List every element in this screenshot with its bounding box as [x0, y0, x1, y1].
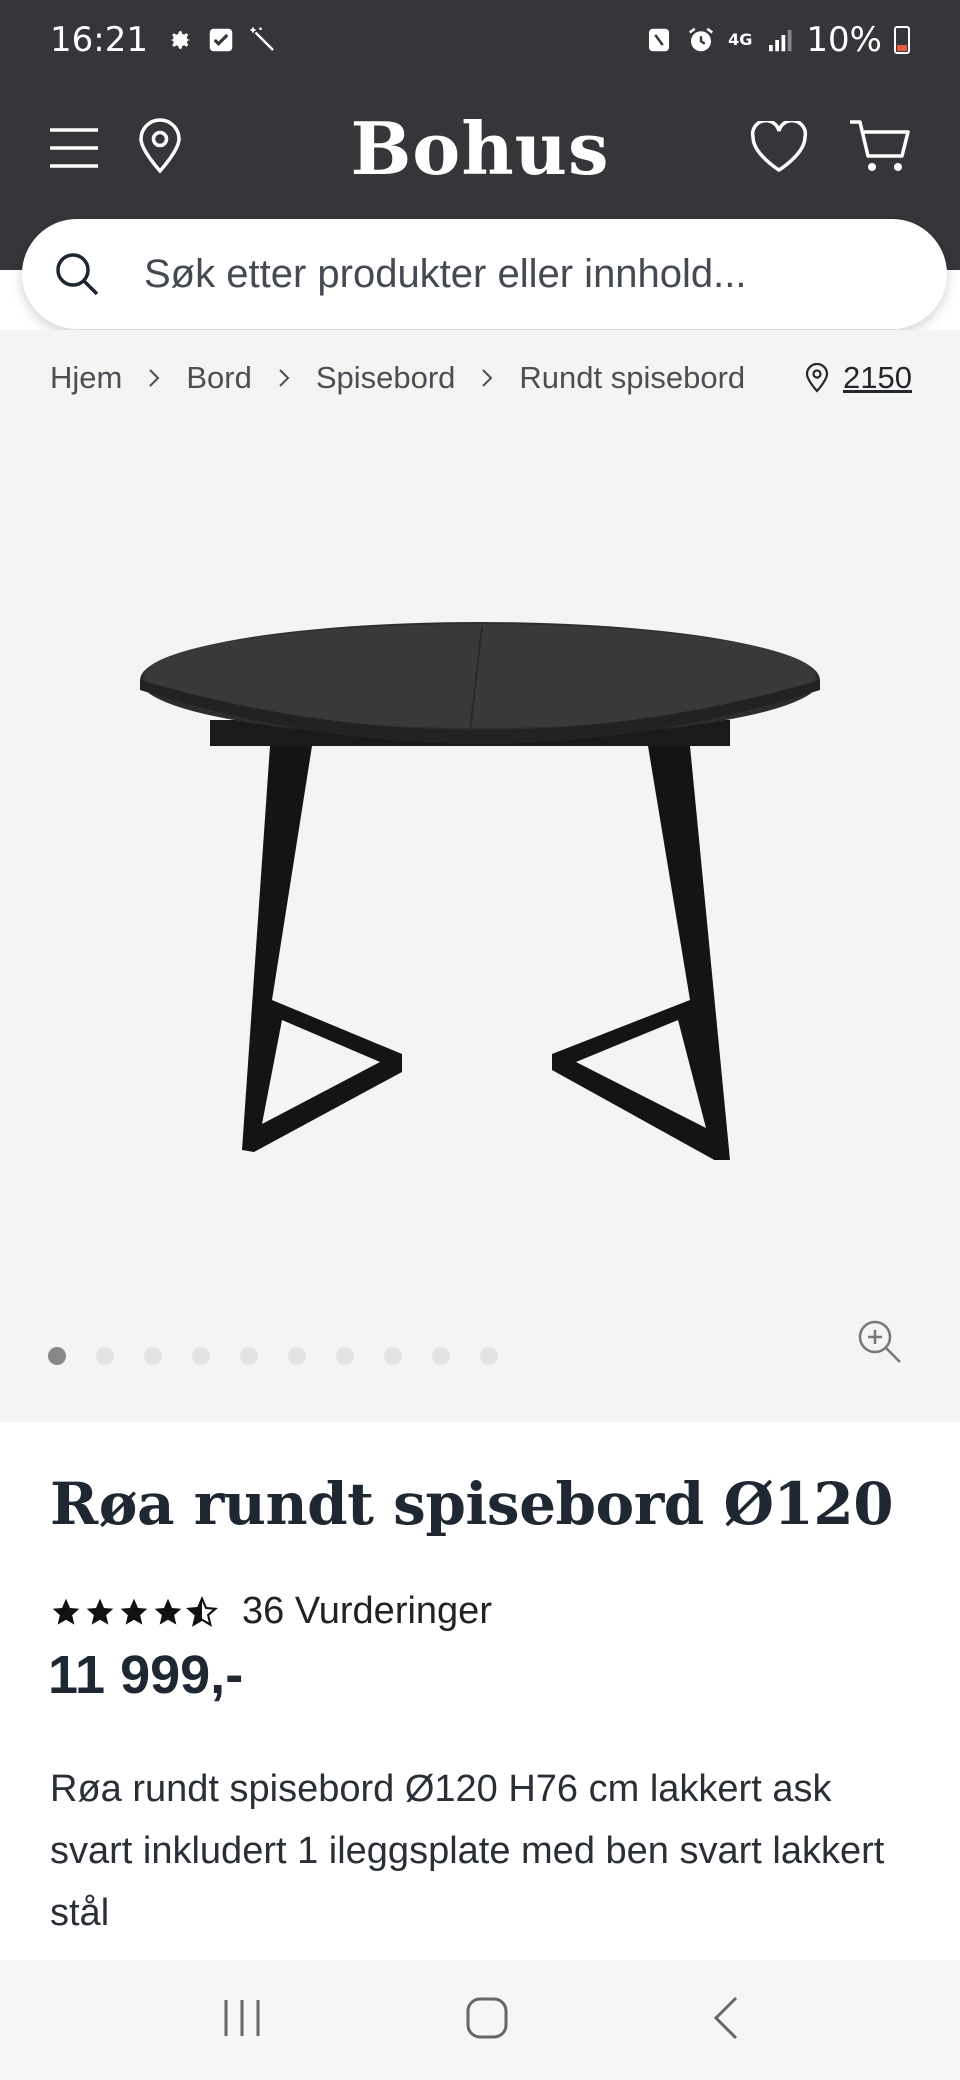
alarm-icon	[689, 27, 714, 52]
nfc-icon	[649, 28, 670, 52]
recent-apps-button[interactable]	[220, 1998, 264, 2043]
gallery-dot[interactable]	[192, 1347, 210, 1365]
star-full-icon	[86, 1598, 114, 1625]
rating-count[interactable]: 36 Vurderinger	[242, 1590, 492, 1633]
gallery-dot[interactable]	[48, 1347, 66, 1365]
cart-button[interactable]	[846, 114, 912, 178]
gallery-dot[interactable]	[336, 1347, 354, 1365]
product-title: Røa rundt spisebord Ø120	[50, 1470, 894, 1538]
magic-wand-icon	[250, 27, 274, 51]
gallery-dot[interactable]	[384, 1347, 402, 1365]
star-full-icon	[154, 1598, 182, 1625]
zoom-button[interactable]	[856, 1318, 904, 1371]
gallery-dot[interactable]	[480, 1347, 498, 1365]
cart-icon	[850, 120, 910, 171]
postal-code-link[interactable]: 2150	[843, 360, 912, 396]
rating-stars	[50, 1595, 218, 1628]
heart-icon	[750, 121, 808, 173]
home-icon	[466, 1997, 508, 2038]
battery-percent: 10%	[806, 20, 882, 60]
gallery-dot[interactable]	[288, 1347, 306, 1365]
zoom-in-icon	[858, 1320, 901, 1363]
wishlist-button[interactable]	[748, 116, 810, 178]
product-price: 11 999,-	[48, 1645, 244, 1705]
location-pin-icon	[805, 363, 829, 393]
star-half-icon	[186, 1595, 218, 1627]
chevron-right-icon	[148, 368, 160, 388]
home-button[interactable]	[465, 1996, 509, 2045]
chevron-right-icon	[481, 368, 493, 388]
gallery-dot[interactable]	[144, 1347, 162, 1365]
settings-icon	[170, 31, 191, 49]
status-bar: 16:21 4G 10%	[0, 0, 960, 80]
gallery-dot[interactable]	[240, 1347, 258, 1365]
breadcrumb-home[interactable]: Hjem	[50, 360, 122, 396]
back-icon	[713, 1996, 737, 2039]
star-full-icon	[52, 1598, 80, 1625]
product-image[interactable]	[130, 620, 830, 1160]
product-rating[interactable]: 36 Vurderinger	[50, 1590, 492, 1633]
delivery-location[interactable]: 2150	[805, 360, 912, 396]
search-input[interactable]	[144, 251, 904, 297]
star-full-icon	[120, 1598, 148, 1625]
breadcrumb: Hjem Bord Spisebord Rundt spisebord	[50, 360, 745, 396]
signal-icon	[769, 30, 792, 52]
battery-icon	[894, 26, 910, 54]
gallery-dot[interactable]	[432, 1347, 450, 1365]
gallery-dot[interactable]	[96, 1347, 114, 1365]
breadcrumb-spisebord[interactable]: Spisebord	[316, 360, 456, 396]
product-description: Røa rundt spisebord Ø120 H76 cm lakkert …	[50, 1768, 885, 1934]
bohus-logo[interactable]: Bohus	[0, 106, 960, 191]
chevron-right-icon	[278, 368, 290, 388]
back-button[interactable]	[710, 1996, 740, 2045]
gallery-pagination	[48, 1347, 498, 1365]
system-nav-bar	[0, 1960, 960, 2080]
network-type: 4G	[728, 30, 753, 49]
status-time: 16:21	[50, 20, 148, 60]
breadcrumb-bord[interactable]: Bord	[186, 360, 251, 396]
checkbox-icon	[209, 28, 233, 52]
search-bar[interactable]	[22, 219, 947, 329]
breadcrumb-rundt-spisebord[interactable]: Rundt spisebord	[519, 360, 745, 396]
search-icon	[56, 253, 99, 296]
recent-apps-icon	[224, 1999, 260, 2036]
